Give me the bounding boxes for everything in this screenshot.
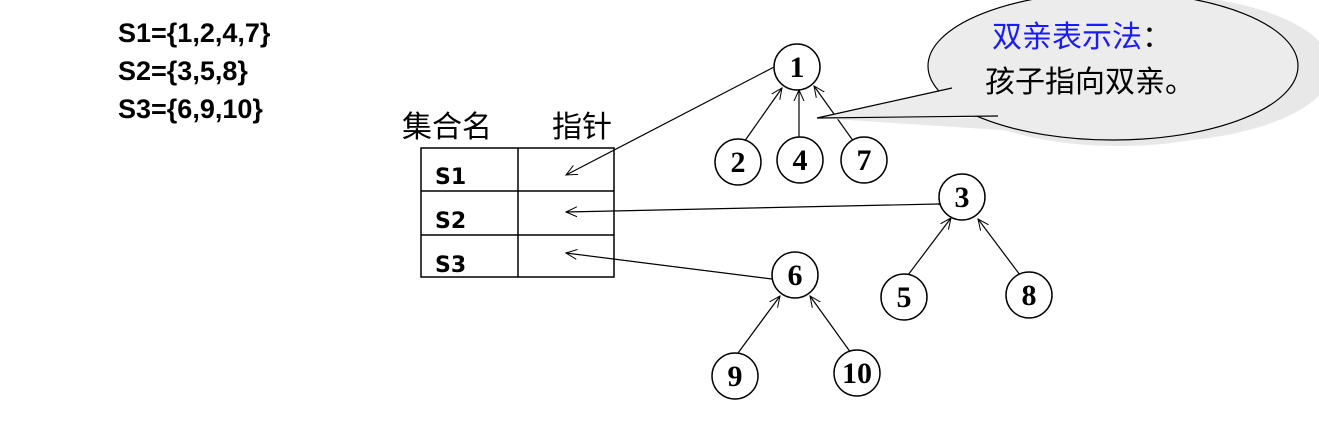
tree-node-1: 1 [773,43,821,91]
callout-title-line: 双亲表示法： [992,20,1172,55]
table-row-s1-label: S1 [435,165,466,190]
callout-bubble: 双亲表示法： 孩子指向双亲。 [816,0,1319,146]
tree-node-8-label: 8 [1022,279,1037,312]
table-row-s3-label: S3 [435,253,466,278]
edge-9-to-6 [737,296,780,354]
tree-node-1-label: 1 [790,51,805,84]
pointer-arrow-s3 [566,253,772,279]
pointer-arrow-s2 [566,204,938,212]
set-table: S1 S2 S3 [420,147,615,278]
tree-node-3: 3 [938,173,986,221]
tree-node-8: 8 [1005,271,1053,319]
tree-node-7-label: 7 [857,144,872,177]
callout-title: 双亲表示法 [992,20,1142,55]
edge-5-to-3 [907,218,951,276]
tree-node-3-label: 3 [955,181,970,214]
tree-node-9: 9 [711,352,759,400]
tree-node-2: 2 [714,138,762,186]
edge-8-to-3 [978,219,1021,276]
tree-node-5-label: 5 [897,281,912,314]
tree-node-6-label: 6 [788,259,803,292]
union-find-diagram: S1 S2 S3 1 2 4 7 3 5 8 6 9 10 双亲表示法： 孩子指… [420,0,1319,400]
table-row-s2-label: S2 [435,209,466,234]
edge-10-to-6 [810,296,852,354]
edge-2-to-1 [743,88,782,143]
tree-node-6: 6 [771,251,819,299]
tree-node-4-label: 4 [793,144,808,177]
tree-node-2-label: 2 [731,146,746,179]
callout-body: 孩子指向双亲。 [985,65,1195,100]
tree-node-7: 7 [840,136,888,184]
tree-node-10-label: 10 [842,357,872,390]
callout-title-colon: ： [1142,20,1172,55]
tree-node-9-label: 9 [728,360,743,393]
tree-node-5: 5 [880,273,928,321]
tree-node-4: 4 [776,136,824,184]
tree-node-10: 10 [833,349,881,397]
